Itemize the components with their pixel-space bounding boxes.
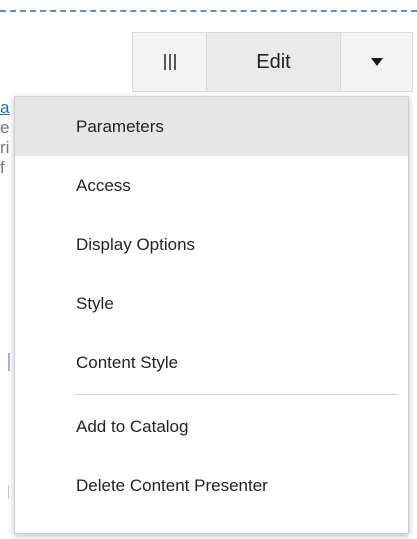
actions-menu: Parameters Access Display Options Style …: [14, 96, 409, 534]
background-divider: [8, 353, 10, 371]
background-content: a e ri f: [0, 98, 14, 178]
edit-button[interactable]: Edit: [207, 33, 341, 91]
menu-item-parameters[interactable]: Parameters: [15, 97, 408, 156]
menu-item-delete-content-presenter[interactable]: Delete Content Presenter: [15, 456, 408, 515]
dashed-border: [0, 10, 417, 12]
background-text-line: f: [0, 158, 5, 177]
actions-dropdown-button[interactable]: [341, 33, 412, 91]
background-link: a: [0, 98, 10, 117]
background-text-line: e: [0, 118, 10, 137]
menu-item-style[interactable]: Style: [15, 274, 408, 333]
background-text-line: ri: [0, 138, 10, 157]
caret-down-icon: [370, 58, 383, 66]
background-divider: [8, 485, 9, 499]
menu-item-display-options[interactable]: Display Options: [15, 215, 408, 274]
drag-handle-icon: [163, 54, 176, 70]
menu-item-content-style[interactable]: Content Style: [15, 333, 408, 392]
drag-handle[interactable]: [133, 33, 207, 91]
component-toolbar: Edit: [132, 32, 413, 92]
menu-item-add-to-catalog[interactable]: Add to Catalog: [15, 397, 408, 456]
menu-item-access[interactable]: Access: [15, 156, 408, 215]
menu-separator: [75, 394, 398, 395]
